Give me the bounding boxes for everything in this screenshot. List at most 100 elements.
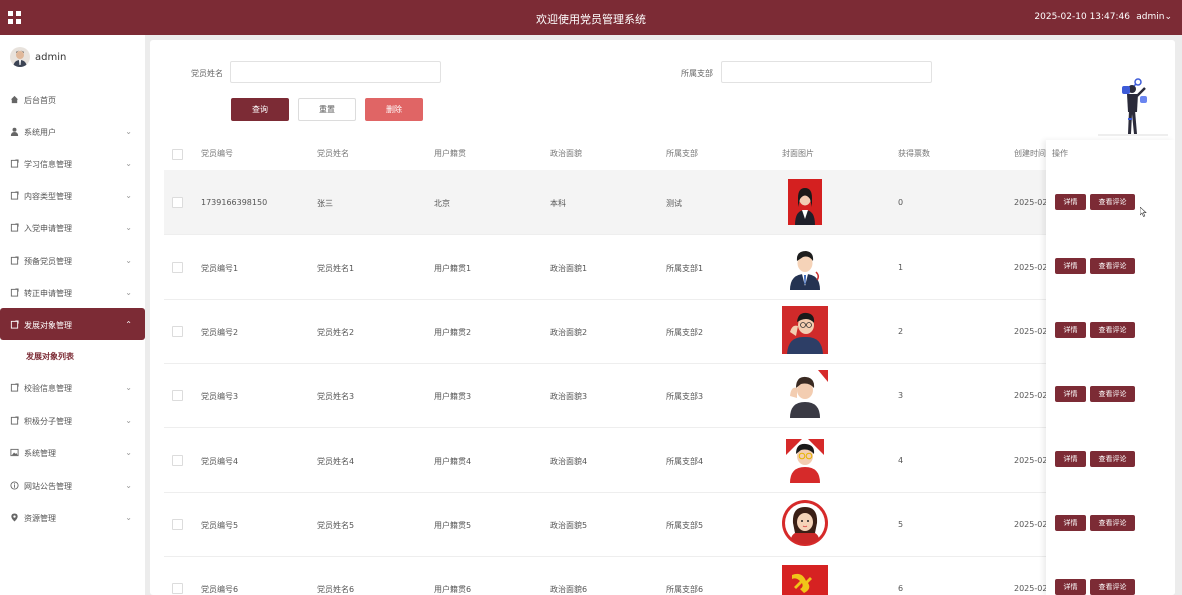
table-row[interactable]: 党员编号3 党员姓名3 用户籍贯3 政治面貌3 所属支部3 3 2025-02 <box>164 363 1164 428</box>
sidebar-item-development[interactable]: 发展对象管理 ⌃ <box>0 308 145 340</box>
cover-image <box>786 439 824 483</box>
cell-member-id: 党员编号2 <box>201 328 239 337</box>
cell-branch: 所属支部3 <box>666 392 704 401</box>
view-comments-button[interactable]: 查看评论 <box>1090 515 1135 531</box>
view-comments-button[interactable]: 查看评论 <box>1090 194 1135 210</box>
top-bar: 欢迎使用党员管理系统 2025-02-10 13:47:46 admin⌄ <box>0 0 1182 35</box>
view-comments-button[interactable]: 查看评论 <box>1090 322 1135 338</box>
cell-branch: 所属支部1 <box>666 264 704 273</box>
cell-member-name: 张三 <box>317 199 333 208</box>
chevron-down-icon: ⌄ <box>125 383 132 392</box>
chevron-down-icon: ⌄ <box>125 256 132 265</box>
col-operations: 操作 <box>1052 149 1068 158</box>
row-checkbox[interactable] <box>172 583 183 594</box>
sidebar-item-system[interactable]: 系统管理 ⌄ <box>0 438 145 468</box>
sidebar-item-label: 预备党员管理 <box>24 257 72 266</box>
row-checkbox[interactable] <box>172 326 183 337</box>
cell-created: 2025-02 <box>1014 263 1048 272</box>
sidebar-item-join-application[interactable]: 入党申请管理 ⌄ <box>0 213 145 243</box>
cover-image <box>782 242 828 290</box>
sidebar-item-label: 转正申请管理 <box>24 289 72 298</box>
cell-member-id: 党员编号5 <box>201 521 239 530</box>
doc-icon <box>10 159 19 168</box>
col-member-id: 党员编号 <box>201 149 233 158</box>
table-row[interactable]: 党员编号6 党员姓名6 用户籍贯6 政治面貌6 所属支部6 6 2025-02 <box>164 556 1164 595</box>
sidebar-item-probationary[interactable]: 预备党员管理 ⌄ <box>0 246 145 276</box>
sidebar-item-home[interactable]: 后台首页 <box>0 85 145 115</box>
row-checkbox[interactable] <box>172 197 183 208</box>
detail-button[interactable]: 详情 <box>1055 451 1086 467</box>
select-all-checkbox[interactable] <box>172 149 183 160</box>
doc-icon <box>10 416 19 425</box>
chevron-down-icon: ⌄ <box>125 191 132 200</box>
row-checkbox[interactable] <box>172 262 183 273</box>
sidebar-item-verification[interactable]: 校验信息管理 ⌄ <box>0 373 145 403</box>
sidebar-item-label: 资源管理 <box>24 514 56 523</box>
cell-branch: 所属支部5 <box>666 521 704 530</box>
cell-member-id: 党员编号1 <box>201 264 239 273</box>
sidebar-username: admin <box>35 52 67 63</box>
sidebar-item-announcements[interactable]: 网站公告管理 ⌄ <box>0 471 145 501</box>
view-comments-button[interactable]: 查看评论 <box>1090 451 1135 467</box>
row-actions: 详情 查看评论 <box>1055 386 1155 402</box>
query-button[interactable]: 查询 <box>231 98 289 121</box>
sidebar-item-label: 系统管理 <box>24 449 56 458</box>
branch-filter-label: 所属支部 <box>681 69 713 78</box>
col-cover-image: 封面图片 <box>782 149 814 158</box>
cell-member-name: 党员姓名6 <box>317 585 355 594</box>
cell-member-name: 党员姓名5 <box>317 521 355 530</box>
row-checkbox[interactable] <box>172 390 183 401</box>
cell-political: 本科 <box>550 199 566 208</box>
detail-button[interactable]: 详情 <box>1055 579 1086 595</box>
datetime-display: 2025-02-10 13:47:46 <box>1034 12 1130 22</box>
chevron-up-icon: ⌃ <box>125 320 132 329</box>
sidebar-item-study[interactable]: 学习信息管理 ⌄ <box>0 149 145 179</box>
view-comments-button[interactable]: 查看评论 <box>1090 386 1135 402</box>
operations-column: 操作 详情 查看评论 详情 查看评论 详情 查看评论 详情 查看评论 详情 查看… <box>1046 140 1175 595</box>
image-icon <box>10 448 19 457</box>
detail-button[interactable]: 详情 <box>1055 515 1086 531</box>
row-checkbox[interactable] <box>172 455 183 466</box>
cell-created: 2025-02 <box>1014 584 1048 593</box>
avatar <box>10 47 30 67</box>
view-comments-button[interactable]: 查看评论 <box>1090 258 1135 274</box>
reset-button[interactable]: 重置 <box>298 98 356 121</box>
branch-input[interactable] <box>721 61 932 83</box>
row-actions: 详情 查看评论 <box>1055 451 1155 467</box>
cell-hometown: 用户籍贯2 <box>434 328 472 337</box>
col-political: 政治面貌 <box>550 149 582 158</box>
cover-image <box>782 306 828 354</box>
main-panel: 党员姓名 所属支部 查询 重置 删除 党员编号 党员姓名 用户籍贯 政治面貌 所… <box>150 40 1175 595</box>
detail-button[interactable]: 详情 <box>1055 322 1086 338</box>
doc-icon <box>10 191 19 200</box>
user-menu[interactable]: admin⌄ <box>1136 12 1172 22</box>
sidebar-item-system-users[interactable]: 系统用户 ⌄ <box>0 117 145 147</box>
sidebar-item-label: 网站公告管理 <box>24 482 72 491</box>
detail-button[interactable]: 详情 <box>1055 194 1086 210</box>
cell-votes: 3 <box>898 391 904 400</box>
table-row[interactable]: 党员编号4 党员姓名4 用户籍贯4 政治面貌4 所属支部4 4 2025-02 <box>164 428 1164 493</box>
sidebar-item-content-type[interactable]: 内容类型管理 ⌄ <box>0 181 145 211</box>
row-checkbox[interactable] <box>172 519 183 530</box>
table-row[interactable]: 党员编号2 党员姓名2 用户籍贯2 政治面貌2 所属支部2 2 2025-02 <box>164 299 1164 364</box>
sidebar-item-resources[interactable]: 资源管理 ⌄ <box>0 503 145 533</box>
sidebar-item-confirmation[interactable]: 转正申请管理 ⌄ <box>0 278 145 308</box>
sidebar-item-activists[interactable]: 积极分子管理 ⌄ <box>0 406 145 436</box>
view-comments-button[interactable]: 查看评论 <box>1090 579 1135 595</box>
user-icon <box>10 127 19 136</box>
cover-image <box>782 565 828 595</box>
table-row[interactable]: 1739166398150 张三 北京 本科 测试 0 2025-02 <box>164 170 1164 235</box>
table-row[interactable]: 党员编号5 党员姓名5 用户籍贯5 政治面貌5 所属支部5 5 2025-02 <box>164 492 1164 557</box>
detail-button[interactable]: 详情 <box>1055 258 1086 274</box>
member-name-input[interactable] <box>230 61 441 83</box>
table-row[interactable]: 党员编号1 党员姓名1 用户籍贯1 政治面貌1 所属支部1 1 2025-02 <box>164 235 1164 300</box>
chevron-down-icon: ⌄ <box>1164 12 1172 22</box>
cell-political: 政治面貌1 <box>550 264 588 273</box>
chevron-down-icon: ⌄ <box>125 223 132 232</box>
app-title: 欢迎使用党员管理系统 <box>536 13 646 26</box>
cell-hometown: 用户籍贯1 <box>434 264 472 273</box>
col-votes: 获得票数 <box>898 149 930 158</box>
delete-button[interactable]: 删除 <box>365 98 423 121</box>
submenu-development-list[interactable]: 发展对象列表 <box>26 351 74 362</box>
detail-button[interactable]: 详情 <box>1055 386 1086 402</box>
